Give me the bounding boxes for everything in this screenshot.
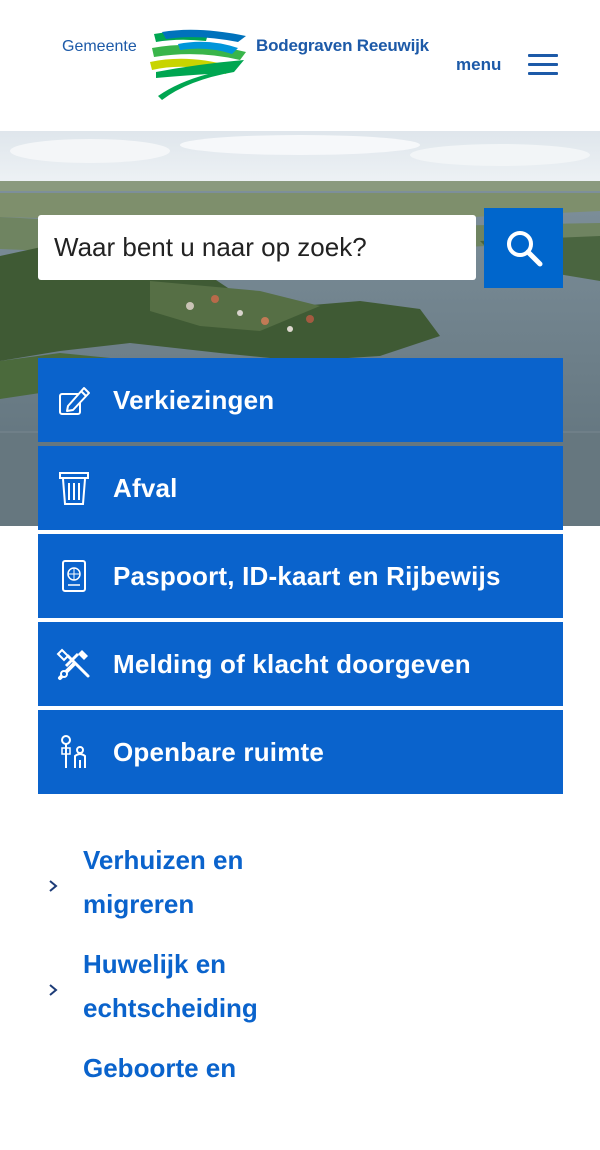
list-item[interactable]: Verhuizen en migreren bbox=[0, 838, 600, 942]
chevron-right-icon bbox=[49, 880, 58, 892]
search-icon bbox=[506, 231, 542, 267]
tile-openbare-ruimte[interactable]: Openbare ruimte bbox=[38, 710, 563, 794]
trash-bin-icon bbox=[59, 472, 89, 505]
logo-mark-icon bbox=[150, 29, 246, 100]
tile-label: Openbare ruimte bbox=[113, 736, 325, 767]
link-verhuizen[interactable]: Verhuizen en migreren bbox=[83, 838, 323, 926]
tile-label: Verkiezingen bbox=[113, 384, 275, 415]
tile-melding[interactable]: Melding of klacht doorgeven bbox=[38, 622, 563, 706]
tools-icon bbox=[56, 648, 90, 680]
tile-verkiezingen[interactable]: Verkiezingen bbox=[38, 358, 563, 442]
topic-links-list: Verhuizen en migreren Huwelijk en echtsc… bbox=[0, 838, 600, 1150]
pencil-ballot-icon bbox=[59, 387, 90, 415]
public-space-icon bbox=[61, 735, 86, 768]
tile-label: Paspoort, ID-kaart en Rijbewijs bbox=[113, 560, 501, 591]
tile-paspoort[interactable]: Paspoort, ID-kaart en Rijbewijs bbox=[38, 534, 563, 618]
chevron-right-icon bbox=[49, 984, 58, 996]
list-item[interactable]: Huwelijk en echtscheiding bbox=[0, 942, 600, 1046]
tile-label: Melding of klacht doorgeven bbox=[113, 648, 471, 679]
tile-afval[interactable]: Afval bbox=[38, 446, 563, 530]
logo-text-municipality-name: Bodegraven Reeuwijk bbox=[256, 36, 429, 55]
search-field[interactable] bbox=[38, 215, 476, 280]
menu-button[interactable]: menu bbox=[456, 48, 566, 82]
menu-label: menu bbox=[456, 55, 502, 74]
municipality-logo[interactable]: Gemeente Bodegraven Reeuwijk bbox=[60, 26, 440, 104]
list-item[interactable]: Geboorte en bbox=[0, 1046, 600, 1150]
search-button[interactable] bbox=[484, 208, 563, 288]
link-huwelijk[interactable]: Huwelijk en echtscheiding bbox=[83, 942, 323, 1030]
hamburger-icon bbox=[528, 54, 558, 76]
site-header: Gemeente Bodegraven Reeuwijk menu bbox=[0, 0, 600, 131]
quick-links-tiles: Verkiezingen Afval Paspoort, ID-kaart en… bbox=[38, 358, 563, 798]
tile-label: Afval bbox=[113, 472, 178, 503]
link-geboorte[interactable]: Geboorte en bbox=[83, 1046, 323, 1090]
passport-icon bbox=[62, 560, 86, 592]
search-input[interactable] bbox=[52, 231, 462, 264]
logo-text-gemeente: Gemeente bbox=[62, 38, 137, 55]
